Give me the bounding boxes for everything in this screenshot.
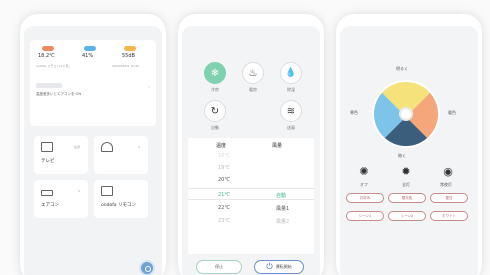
status-pill-noise [124, 46, 136, 51]
picker-row[interactable]: 19℃ [188, 162, 314, 174]
timestamp: 2023/03/01 15:35 [112, 64, 139, 68]
mode-cool-label: 冷房 [211, 87, 219, 92]
start-button[interactable]: ⏻ 運転開始 [254, 260, 304, 274]
remote-icon [101, 186, 113, 196]
device-tile-value: 0 [78, 189, 80, 193]
device-tile-label: テレビ [41, 159, 55, 164]
light-screen: 明るく 寒色 暖色 暗く ✺ オフ ✹ 全灯 ◉ 常夜灯 お好み 昼光色 昼白 … [340, 26, 478, 275]
sun-off-icon[interactable]: ✺ [356, 164, 372, 180]
device-subtitle: ondofa リモコン(1ヶ月) [36, 64, 70, 68]
stat-noise: 55dB [122, 53, 135, 59]
mode-dry-button[interactable]: 💧 [280, 62, 302, 84]
mode-fan-label: 送風 [287, 125, 295, 130]
preset-button[interactable]: 昼光色 [388, 193, 426, 203]
mode-auto-label: 自動 [211, 125, 219, 130]
sensor-card[interactable]: 18.2℃ 41% 55dB ondofa リモコン(1ヶ月) 2023/03/… [30, 40, 156, 126]
device-tile-value: A [137, 145, 140, 149]
lamp-icon [101, 142, 113, 152]
preset-button[interactable]: 昼白 [430, 193, 468, 203]
aircon-screen: ❄ 冷房 ♨ 暖房 💧 除湿 ↻ 自動 ≋ 送風 温度 風量 18℃ 19℃ 2… [182, 26, 320, 275]
direction-left-label: 寒色 [350, 110, 358, 115]
picker-row[interactable]: 22℃ 風量1 [188, 202, 314, 214]
cycle-icon: ↻ [210, 105, 220, 117]
preset-button[interactable]: お好み [346, 193, 384, 203]
mode-fan-button[interactable]: ≋ [280, 100, 302, 122]
mode-auto-button[interactable]: ↻ [204, 100, 226, 122]
snowflake-icon: ❄ [210, 67, 220, 79]
preset-button[interactable]: シーン1 [346, 211, 384, 221]
phone-home-screen: 18.2℃ 41% 55dB ondofa リモコン(1ヶ月) 2023/03/… [20, 14, 166, 275]
full-light-label: 全灯 [402, 182, 410, 187]
preset-button[interactable]: シーン2 [388, 211, 426, 221]
device-tile-label: エアコン [41, 203, 59, 208]
temp-column-header: 温度 [216, 143, 227, 149]
mode-dry-label: 除湿 [287, 87, 295, 92]
picker-row[interactable]: 20℃ [188, 174, 314, 186]
off-label: オフ [360, 182, 368, 187]
direction-down-label: 暗く [398, 153, 406, 158]
phone-light-screen: 明るく 寒色 暖色 暗く ✺ オフ ✹ 全灯 ◉ 常夜灯 お好み 昼光色 昼白 … [336, 14, 482, 275]
home-screen: 18.2℃ 41% 55dB ondofa リモコン(1ヶ月) 2023/03/… [24, 26, 162, 275]
sun-icon[interactable]: ✹ [398, 164, 414, 180]
power-icon: ⏻ [266, 262, 273, 271]
device-tile-tv[interactable]: 電源 テレビ [34, 136, 88, 174]
wheel-center-button[interactable] [399, 107, 413, 121]
add-device-button[interactable] [139, 260, 155, 275]
aircon-icon [41, 190, 53, 196]
mode-heat-button[interactable]: ♨ [242, 62, 264, 84]
stat-temperature: 18.2℃ [38, 53, 55, 59]
stat-humidity: 41% [82, 53, 94, 59]
temp-fan-picker[interactable]: 温度 風量 18℃ 19℃ 20℃ 21℃ 自動 22℃ 風量1 23℃ 風量2 [188, 138, 314, 254]
mode-heat-label: 暖房 [249, 87, 257, 92]
device-tile-value: 電源 [73, 145, 80, 149]
preset-button[interactable]: ホワイト [430, 211, 468, 221]
bulb-icon[interactable]: ◉ [440, 164, 456, 180]
stop-button[interactable]: 停止 [196, 260, 242, 274]
notice-tag [36, 83, 62, 88]
phone-aircon-screen: ❄ 冷房 ♨ 暖房 💧 除湿 ↻ 自動 ≋ 送風 温度 風量 18℃ 19℃ 2… [178, 14, 324, 275]
device-tile-label: ondofa リモコン [101, 203, 136, 208]
device-tile-remote[interactable]: ondofa リモコン [94, 180, 148, 218]
fan-column-header: 風量 [272, 143, 283, 149]
picker-row[interactable]: 23℃ 風量2 [188, 215, 314, 227]
droplet-icon: 💧 [285, 68, 297, 78]
wind-icon: ≋ [286, 105, 296, 117]
screenshot-stage: 18.2℃ 41% 55dB ondofa リモコン(1ヶ月) 2023/03/… [0, 0, 490, 275]
picker-row-selected[interactable]: 21℃ 自動 [188, 188, 314, 200]
chevron-right-icon[interactable]: › [148, 84, 150, 89]
status-pill-temp [42, 46, 54, 51]
device-tile-light[interactable]: A [94, 136, 148, 174]
picker-row[interactable]: 18℃ [188, 150, 314, 162]
mode-cool-button[interactable]: ❄ [204, 62, 226, 84]
tv-icon [41, 142, 53, 152]
device-tile-aircon[interactable]: 0 エアコン [34, 180, 88, 218]
flame-icon: ♨ [248, 67, 258, 79]
notice-text: 温度差多いとエアコンを ON [36, 92, 81, 96]
night-light-label: 常夜灯 [440, 182, 452, 187]
status-pill-humidity [84, 46, 96, 51]
